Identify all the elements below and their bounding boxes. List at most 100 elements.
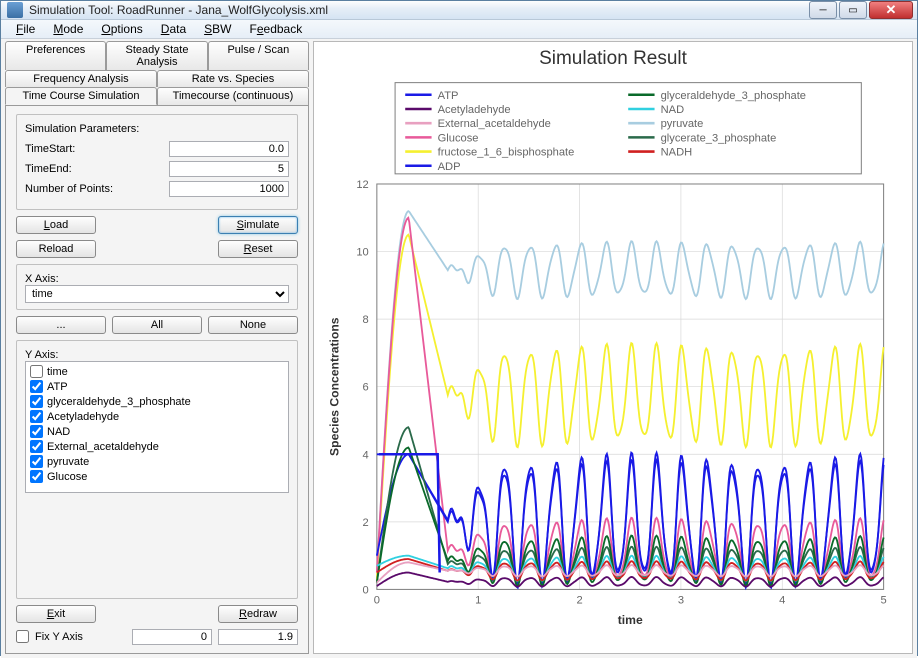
menu-feedback[interactable]: Feedback	[240, 20, 311, 38]
svg-text:8: 8	[363, 314, 369, 326]
menu-sbw[interactable]: SBW	[195, 20, 240, 38]
svg-text:glycerate_3_phosphate: glycerate_3_phosphate	[661, 132, 777, 144]
menu-data[interactable]: Data	[152, 20, 195, 38]
fix-min-input[interactable]	[132, 629, 212, 645]
titlebar[interactable]: Simulation Tool: RoadRunner - Jana_WolfG…	[1, 1, 917, 20]
fix-max-input[interactable]	[218, 629, 298, 645]
yaxis-item-label: Acetyladehyde	[47, 411, 119, 423]
yaxis-item-glyceraldehyde_3_phosphate[interactable]: glyceraldehyde_3_phosphate	[28, 394, 286, 409]
yaxis-checkbox[interactable]	[30, 380, 43, 393]
exit-button[interactable]: Exit	[16, 605, 96, 623]
app-window: Simulation Tool: RoadRunner - Jana_WolfG…	[0, 0, 918, 656]
dots-button[interactable]: ...	[16, 316, 106, 334]
chart-title: Simulation Result	[539, 48, 687, 70]
yaxis-item-label: glyceraldehyde_3_phosphate	[47, 396, 191, 408]
yaxis-item-External_acetaldehyde[interactable]: External_acetaldehyde	[28, 439, 286, 454]
yaxis-item-NAD[interactable]: NAD	[28, 424, 286, 439]
svg-text:3: 3	[678, 595, 684, 607]
reload-button[interactable]: Reload	[16, 240, 96, 258]
tab-strip: Preferences Steady State Analysis Pulse …	[5, 41, 309, 105]
minimize-button[interactable]: ─	[809, 1, 837, 19]
timestart-label: TimeStart:	[25, 143, 169, 155]
svg-text:6: 6	[363, 382, 369, 394]
timestart-input[interactable]	[169, 141, 289, 157]
chart-panel: Simulation Result 012345024681012timeSpe…	[313, 41, 913, 654]
yaxis-item-ATP[interactable]: ATP	[28, 379, 286, 394]
tab-content: Simulation Parameters: TimeStart: TimeEn…	[5, 105, 309, 654]
all-button[interactable]: All	[112, 316, 202, 334]
yaxis-item-label: NAD	[47, 426, 70, 438]
simulate-button[interactable]: Simulate	[218, 216, 298, 234]
left-panel: Preferences Steady State Analysis Pulse …	[5, 41, 309, 654]
tab-preferences[interactable]: Preferences	[5, 41, 106, 70]
yaxis-item-Glucose[interactable]: Glucose	[28, 469, 286, 484]
svg-text:External_acetaldehyde: External_acetaldehyde	[438, 118, 551, 130]
yaxis-item-Acetyladehyde[interactable]: Acetyladehyde	[28, 409, 286, 424]
yaxis-label: Y Axis:	[25, 349, 289, 361]
npoints-label: Number of Points:	[25, 183, 169, 195]
yaxis-item-label: Glucose	[47, 471, 87, 483]
yaxis-item-label: ATP	[47, 381, 68, 393]
tab-rate-vs-species[interactable]: Rate vs. Species	[157, 70, 309, 87]
fix-yaxis-checkbox[interactable]	[16, 630, 29, 643]
svg-text:0: 0	[374, 595, 380, 607]
yaxis-group: Y Axis: time ATP glyceraldehyde_3_phosphat…	[16, 340, 298, 599]
redraw-button[interactable]: Redraw	[218, 605, 298, 623]
yaxis-item-time[interactable]: time	[28, 364, 286, 379]
load-button[interactable]: Load	[16, 216, 96, 234]
svg-text:Acetyladehyde: Acetyladehyde	[438, 104, 511, 116]
menu-mode[interactable]: Mode	[44, 20, 92, 38]
menubar: File Mode Options Data SBW Feedback	[1, 20, 917, 39]
timeend-label: TimeEnd:	[25, 163, 169, 175]
yaxis-checkbox[interactable]	[30, 425, 43, 438]
svg-text:12: 12	[356, 179, 368, 191]
yaxis-item-label: time	[47, 366, 68, 378]
npoints-input[interactable]	[169, 181, 289, 197]
svg-text:Species Concentrations: Species Concentrations	[327, 317, 341, 456]
xaxis-group: X Axis: time	[16, 264, 298, 310]
svg-text:time: time	[618, 613, 643, 627]
svg-text:2: 2	[576, 595, 582, 607]
svg-text:pyruvate: pyruvate	[661, 118, 704, 130]
none-button[interactable]: None	[208, 316, 298, 334]
svg-text:1: 1	[475, 595, 481, 607]
tab-steady-state[interactable]: Steady State Analysis	[106, 41, 207, 70]
yaxis-checkbox[interactable]	[30, 455, 43, 468]
menu-file[interactable]: File	[7, 20, 44, 38]
tab-time-course[interactable]: Time Course Simulation	[5, 87, 157, 105]
svg-text:glyceraldehyde_3_phosphate: glyceraldehyde_3_phosphate	[661, 90, 806, 102]
yaxis-item-label: pyruvate	[47, 456, 89, 468]
yaxis-checklist[interactable]: time ATP glyceraldehyde_3_phosphate Acetyla…	[25, 361, 289, 493]
xaxis-select[interactable]: time	[25, 285, 289, 303]
svg-text:ATP: ATP	[438, 90, 459, 102]
svg-text:4: 4	[363, 449, 369, 461]
yaxis-checkbox[interactable]	[30, 440, 43, 453]
maximize-button[interactable]: ▭	[839, 1, 867, 19]
tab-timecourse-continuous[interactable]: Timecourse (continuous)	[157, 87, 309, 105]
chart-svg: 012345024681012timeSpecies Concentration…	[314, 70, 912, 653]
svg-text:NAD: NAD	[661, 104, 684, 116]
svg-text:ADP: ADP	[438, 161, 461, 173]
yaxis-checkbox[interactable]	[30, 395, 43, 408]
close-button[interactable]: ✕	[869, 1, 913, 19]
yaxis-checkbox[interactable]	[30, 365, 43, 378]
fix-yaxis-label: Fix Y Axis	[35, 631, 126, 643]
chart-area: 012345024681012timeSpecies Concentration…	[314, 70, 912, 653]
yaxis-checkbox[interactable]	[30, 470, 43, 483]
menu-options[interactable]: Options	[92, 20, 151, 38]
params-title: Simulation Parameters:	[25, 123, 289, 135]
reset-button[interactable]: Reset	[218, 240, 298, 258]
timeend-input[interactable]	[169, 161, 289, 177]
svg-text:2: 2	[363, 517, 369, 529]
tab-frequency-analysis[interactable]: Frequency Analysis	[5, 70, 157, 87]
window-title: Simulation Tool: RoadRunner - Jana_WolfG…	[29, 3, 809, 17]
yaxis-item-pyruvate[interactable]: pyruvate	[28, 454, 286, 469]
tab-pulse-scan[interactable]: Pulse / Scan	[208, 41, 309, 70]
params-group: Simulation Parameters: TimeStart: TimeEn…	[16, 114, 298, 210]
xaxis-label: X Axis:	[25, 273, 289, 285]
svg-text:fructose_1_6_bisphosphate: fructose_1_6_bisphosphate	[438, 147, 575, 159]
svg-text:0: 0	[363, 584, 369, 596]
svg-text:5: 5	[881, 595, 887, 607]
yaxis-checkbox[interactable]	[30, 410, 43, 423]
svg-text:Glucose: Glucose	[438, 132, 479, 144]
